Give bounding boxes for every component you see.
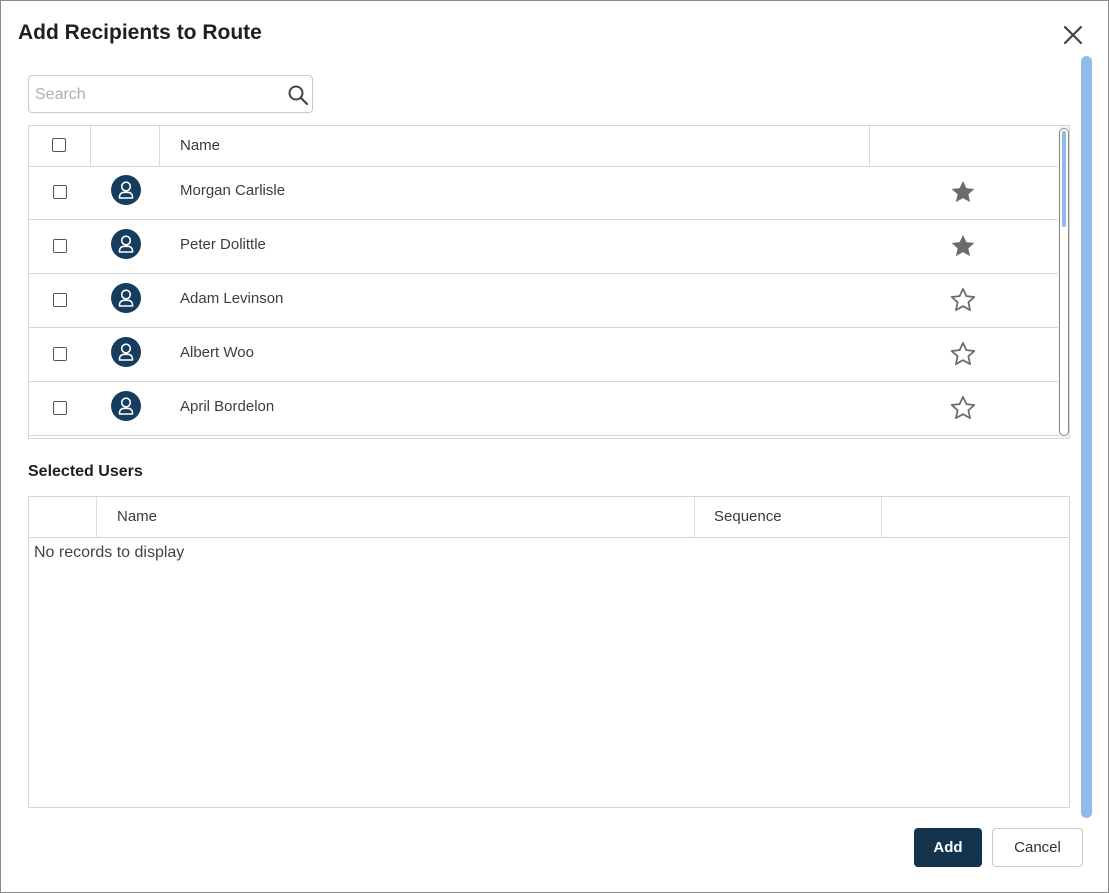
- table-row[interactable]: Peter Dolittle: [29, 220, 1058, 274]
- selected-users-grid-header: Name Sequence: [29, 497, 1069, 538]
- recipient-name: Adam Levinson: [180, 290, 284, 307]
- recipient-name: Albert Woo: [180, 344, 254, 361]
- table-row[interactable]: April Bordelon: [29, 382, 1058, 436]
- selected-users-title: Selected Users: [28, 463, 143, 480]
- row-checkbox[interactable]: [53, 293, 67, 307]
- table-row[interactable]: Morgan Carlisle: [29, 166, 1058, 220]
- table-row[interactable]: Albert Woo: [29, 328, 1058, 382]
- star-outline-icon[interactable]: [949, 394, 977, 422]
- user-avatar-icon: [111, 391, 141, 421]
- star-filled-icon[interactable]: [949, 178, 977, 206]
- column-divider: [90, 126, 91, 166]
- recipients-grid: Name Morgan Carlisle Peter Dolittle Adam L…: [28, 125, 1070, 439]
- recipient-name: Morgan Carlisle: [180, 182, 286, 199]
- selected-users-grid: Name Sequence No records to display: [28, 496, 1070, 808]
- row-checkbox[interactable]: [53, 239, 67, 253]
- column-divider: [694, 497, 695, 537]
- star-outline-icon[interactable]: [949, 340, 977, 368]
- column-divider: [881, 497, 882, 537]
- row-checkbox[interactable]: [53, 185, 67, 199]
- recipients-grid-header: Name: [29, 126, 1058, 167]
- column-divider: [96, 497, 97, 537]
- row-checkbox[interactable]: [53, 401, 67, 415]
- column-header-name[interactable]: Name: [117, 508, 157, 525]
- column-divider: [869, 126, 870, 166]
- user-avatar-icon: [111, 337, 141, 367]
- dialog-scrollbar[interactable]: [1081, 56, 1092, 818]
- grid-scrollbar-thumb[interactable]: [1059, 128, 1069, 436]
- table-row[interactable]: Adam Levinson: [29, 274, 1058, 328]
- user-avatar-icon: [111, 283, 141, 313]
- search-input[interactable]: [35, 84, 275, 106]
- column-header-name[interactable]: Name: [180, 137, 220, 154]
- star-filled-icon[interactable]: [949, 232, 977, 260]
- add-recipients-dialog: Add Recipients to Route Name Morgan Carl…: [0, 0, 1109, 893]
- cancel-button[interactable]: Cancel: [992, 828, 1083, 867]
- dialog-title: Add Recipients to Route: [18, 21, 262, 44]
- search-icon[interactable]: [287, 84, 309, 106]
- user-avatar-icon: [111, 175, 141, 205]
- recipient-name: Peter Dolittle: [180, 236, 266, 253]
- column-header-sequence[interactable]: Sequence: [714, 508, 782, 525]
- row-checkbox[interactable]: [53, 347, 67, 361]
- recipient-name: April Bordelon: [180, 398, 275, 415]
- user-avatar-icon: [111, 229, 141, 259]
- empty-message: No records to display: [34, 544, 185, 561]
- column-divider: [159, 126, 160, 166]
- add-button[interactable]: Add: [914, 828, 982, 867]
- select-all-checkbox[interactable]: [52, 138, 66, 152]
- close-icon[interactable]: [1059, 23, 1087, 49]
- search-box: [28, 75, 313, 113]
- star-outline-icon[interactable]: [949, 286, 977, 314]
